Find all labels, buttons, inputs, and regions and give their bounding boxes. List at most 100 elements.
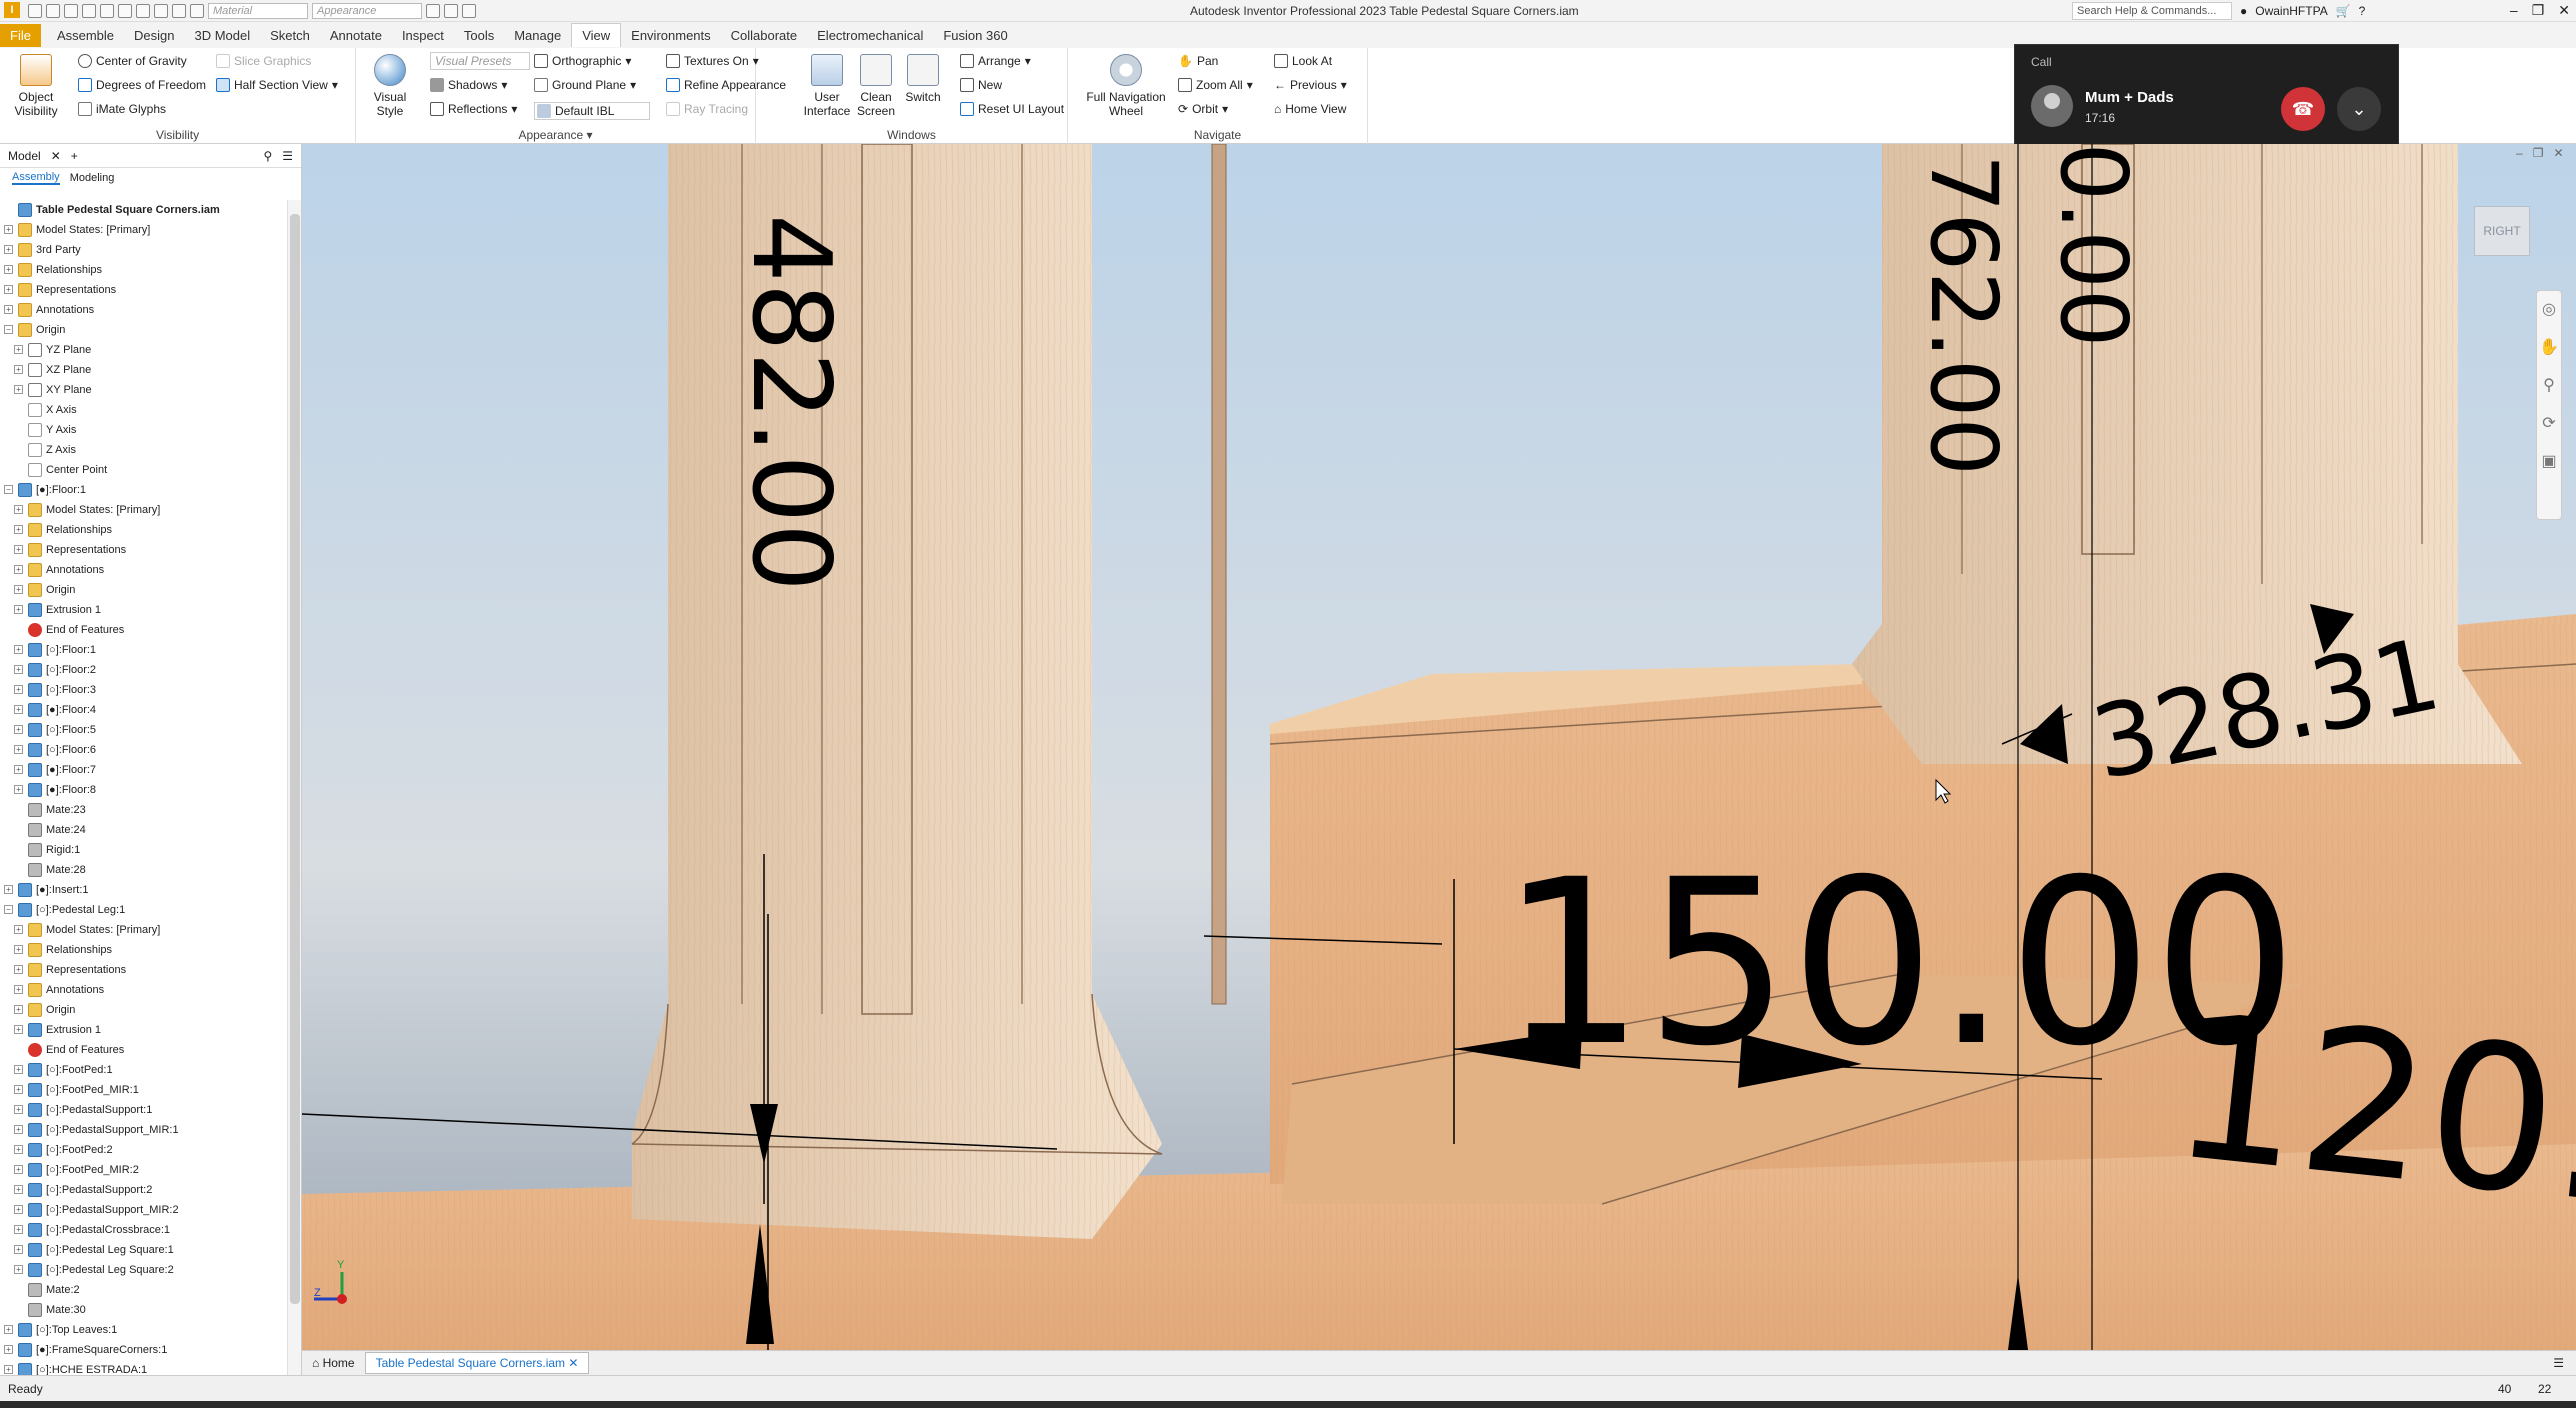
tree-node[interactable]: + Model States: [Primary] xyxy=(0,220,290,240)
tree-node[interactable]: − [●]:Floor:1 xyxy=(0,480,290,500)
expand-icon[interactable]: + xyxy=(14,1165,23,1174)
tree-node[interactable]: Mate:2 xyxy=(0,1280,290,1300)
restore-icon[interactable]: ❐ xyxy=(2532,2,2545,19)
shadows-button[interactable]: Shadows ▾ xyxy=(430,78,507,92)
tree-node[interactable]: + Representations xyxy=(0,280,290,300)
ground-plane-button[interactable]: Ground Plane ▾ xyxy=(534,78,636,92)
visual-style-button[interactable]: Visual Style xyxy=(360,54,420,118)
appearance-dropdown[interactable]: Appearance xyxy=(312,3,422,19)
expand-icon[interactable]: + xyxy=(14,385,23,394)
tree-node[interactable]: Z Axis xyxy=(0,440,290,460)
cart-icon[interactable]: 🛒 xyxy=(2336,4,2351,18)
tree-node[interactable]: Mate:24 xyxy=(0,820,290,840)
expand-icon[interactable]: + xyxy=(4,1365,13,1374)
minimize-icon[interactable]: – xyxy=(2510,2,2518,19)
tree-node[interactable]: X Axis xyxy=(0,400,290,420)
expand-icon[interactable]: + xyxy=(14,1205,23,1214)
tree-node[interactable]: + XY Plane xyxy=(0,380,290,400)
new-file-icon[interactable] xyxy=(28,4,42,18)
ibl-dropdown[interactable]: Default IBL xyxy=(534,102,650,120)
zoom-all-button[interactable]: Zoom All ▾ xyxy=(1178,78,1253,92)
expand-icon[interactable]: + xyxy=(14,365,23,374)
expand-icon[interactable]: + xyxy=(14,585,23,594)
tree-node[interactable]: Table Pedestal Square Corners.iam xyxy=(0,200,290,220)
expand-icon[interactable]: + xyxy=(14,1245,23,1254)
close-browser-icon[interactable]: ✕ xyxy=(51,149,61,163)
select-icon[interactable] xyxy=(154,4,168,18)
previous-view-button[interactable]: ← Previous ▾ xyxy=(1274,78,1347,92)
expand-icon[interactable]: + xyxy=(14,785,23,794)
viewcube[interactable]: RIGHT xyxy=(2474,206,2530,256)
expand-icon[interactable]: + xyxy=(4,1345,13,1354)
parameters-fx-icon[interactable] xyxy=(444,4,458,18)
tree-node[interactable]: Mate:23 xyxy=(0,800,290,820)
full-navigation-wheel-button[interactable]: Full Navigation Wheel xyxy=(1078,54,1174,118)
clear-appearance-icon[interactable] xyxy=(190,4,204,18)
tree-node[interactable]: + Representations xyxy=(0,540,290,560)
tree-node[interactable]: + Relationships xyxy=(0,940,290,960)
orthographic-button[interactable]: Orthographic ▾ xyxy=(534,54,631,68)
graphics-viewport[interactable]: 482.00 762.00 40.00 328.31 150.00 120. Z… xyxy=(302,144,2576,1350)
pan-icon[interactable]: ✋ xyxy=(2537,329,2561,367)
model-canvas[interactable]: 482.00 762.00 40.00 328.31 150.00 120. Z… xyxy=(302,144,2576,1350)
tab-sketch[interactable]: Sketch xyxy=(260,24,320,47)
subtab-assembly[interactable]: Assembly xyxy=(12,171,60,185)
tree-node[interactable]: + Annotations xyxy=(0,560,290,580)
tab-tools[interactable]: Tools xyxy=(454,24,504,47)
viewport-restore-icon[interactable]: ❐ xyxy=(2533,146,2544,160)
expand-icon[interactable]: + xyxy=(4,265,13,274)
tree-node[interactable]: + [○]:PedastalSupport:2 xyxy=(0,1180,290,1200)
tree-node[interactable]: + XZ Plane xyxy=(0,360,290,380)
tree-node[interactable]: − Origin xyxy=(0,320,290,340)
tree-node[interactable]: Mate:30 xyxy=(0,1300,290,1320)
tree-node[interactable]: Mate:28 xyxy=(0,860,290,880)
tree-node[interactable]: + Model States: [Primary] xyxy=(0,500,290,520)
collapse-icon[interactable]: − xyxy=(4,905,13,914)
expand-icon[interactable]: + xyxy=(14,1145,23,1154)
textures-on-button[interactable]: Textures On ▾ xyxy=(666,54,759,68)
tree-node[interactable]: End of Features xyxy=(0,1040,290,1060)
call-notification[interactable]: Call Mum + Dads 17:16 ☎ ⌄ xyxy=(2014,44,2399,148)
object-visibility-button[interactable]: Object Visibility xyxy=(12,54,60,118)
expand-icon[interactable]: + xyxy=(14,765,23,774)
user-icon[interactable]: ● xyxy=(2240,4,2247,18)
tree-node[interactable]: + Origin xyxy=(0,580,290,600)
switch-button[interactable]: Switch xyxy=(902,54,944,104)
collapse-icon[interactable]: − xyxy=(4,325,13,334)
tree-node[interactable]: + Relationships xyxy=(0,520,290,540)
help-icon[interactable]: ? xyxy=(2359,4,2366,18)
tree-node[interactable]: + Annotations xyxy=(0,300,290,320)
tree-node[interactable]: + Annotations xyxy=(0,980,290,1000)
expand-icon[interactable]: + xyxy=(14,705,23,714)
close-tab-icon[interactable]: ✕ xyxy=(568,1356,578,1370)
tree-node[interactable]: + [○]:Floor:1 xyxy=(0,640,290,660)
home-tab[interactable]: ⌂ Home xyxy=(302,1353,365,1373)
expand-icon[interactable]: + xyxy=(14,545,23,554)
tree-node[interactable]: + Model States: [Primary] xyxy=(0,920,290,940)
expand-icon[interactable]: + xyxy=(14,645,23,654)
tree-node[interactable]: + [○]:FootPed:1 xyxy=(0,1060,290,1080)
expand-icon[interactable]: + xyxy=(14,605,23,614)
expand-icon[interactable]: + xyxy=(4,885,13,894)
center-of-gravity-button[interactable]: Center of Gravity xyxy=(78,54,187,68)
expand-icon[interactable]: + xyxy=(14,1225,23,1234)
look-at-nav-icon[interactable]: ▣ xyxy=(2537,443,2561,481)
expand-icon[interactable]: + xyxy=(14,565,23,574)
expand-icon[interactable]: + xyxy=(14,945,23,954)
viewport-close-icon[interactable]: ✕ xyxy=(2553,146,2563,160)
tree-node[interactable]: + [○]:Top Leaves:1 xyxy=(0,1320,290,1340)
search-icon[interactable]: ⚲ xyxy=(263,149,272,163)
dimension-120[interactable]: 120. xyxy=(2163,970,2576,1248)
expand-icon[interactable]: + xyxy=(14,1185,23,1194)
tree-node[interactable]: + [●]:Floor:7 xyxy=(0,760,290,780)
tree-node[interactable]: + Extrusion 1 xyxy=(0,600,290,620)
tab-assemble[interactable]: Assemble xyxy=(47,24,124,47)
tree-node[interactable]: Y Axis xyxy=(0,420,290,440)
tab-menu-icon[interactable]: ☰ xyxy=(2553,1356,2564,1370)
home-view-button[interactable]: ⌂ Home View xyxy=(1274,102,1346,116)
redo-icon[interactable] xyxy=(100,4,114,18)
imate-glyphs-button[interactable]: iMate Glyphs xyxy=(78,102,166,116)
close-icon[interactable]: ✕ xyxy=(2558,2,2570,19)
expand-icon[interactable]: + xyxy=(14,665,23,674)
expand-icon[interactable]: + xyxy=(14,745,23,754)
